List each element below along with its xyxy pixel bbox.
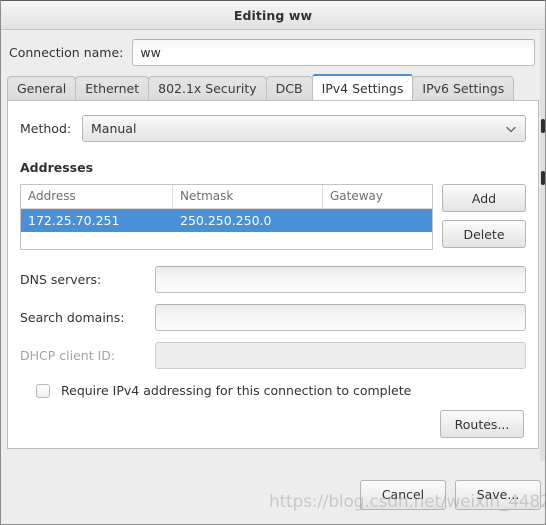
connection-name-input[interactable]: ww: [132, 39, 535, 66]
cell-address: 172.25.70.251: [28, 213, 120, 228]
search-domains-input[interactable]: [155, 304, 526, 331]
connection-name-label: Connection name:: [9, 45, 124, 60]
save-button[interactable]: Save...: [455, 479, 541, 510]
addresses-buttons: Add Delete: [442, 184, 526, 248]
dhcp-client-id-label: DHCP client ID:: [20, 348, 116, 363]
column-header-netmask: Netmask: [173, 185, 323, 208]
tab-ipv6-settings[interactable]: IPv6 Settings: [412, 76, 515, 100]
require-ipv4-row[interactable]: Require IPv4 addressing for this connect…: [20, 383, 526, 398]
addresses-table[interactable]: Address Netmask Gateway 172.25.70.251 25…: [20, 184, 433, 250]
delete-address-button[interactable]: Delete: [442, 220, 526, 248]
column-header-address: Address: [21, 185, 173, 208]
table-header-row: Address Netmask Gateway: [21, 185, 432, 209]
method-select[interactable]: Manual: [82, 115, 526, 142]
dns-servers-input[interactable]: [155, 266, 526, 293]
cell-netmask: 250.250.250.0: [180, 213, 272, 228]
ipv4-settings-panel: Method: Manual Addresses Address Netmask…: [7, 100, 539, 449]
tab-802-1x-security[interactable]: 802.1x Security: [148, 76, 267, 100]
routes-row: Routes...: [20, 410, 526, 438]
require-ipv4-label: Require IPv4 addressing for this connect…: [61, 383, 412, 398]
scrollbar-thumb-upper[interactable]: [541, 119, 545, 133]
dhcp-client-id-row: DHCP client ID:: [20, 342, 526, 369]
dialog-action-bar: Cancel Save...: [1, 465, 545, 524]
tab-general[interactable]: General: [7, 76, 77, 100]
chevron-down-icon: [505, 123, 517, 135]
dhcp-client-id-input: [155, 342, 526, 369]
window-titlebar: Editing ww: [1, 0, 545, 30]
method-value: Manual: [91, 121, 137, 136]
table-row[interactable]: 172.25.70.251 250.250.250.0: [21, 209, 432, 232]
method-label: Method:: [20, 121, 72, 136]
dns-servers-row: DNS servers:: [20, 266, 526, 293]
scrollbar-thumb-lower[interactable]: [541, 171, 545, 185]
search-domains-label: Search domains:: [20, 310, 125, 325]
column-header-gateway: Gateway: [330, 189, 384, 203]
add-address-button[interactable]: Add: [442, 184, 526, 212]
tab-bar: General Ethernet 802.1x Security DCB IPv…: [1, 74, 545, 100]
search-domains-row: Search domains:: [20, 304, 526, 331]
dns-servers-label: DNS servers:: [20, 272, 102, 287]
cell-gateway: [323, 209, 432, 232]
table-empty-row[interactable]: [21, 232, 432, 249]
require-ipv4-checkbox[interactable]: [36, 383, 50, 398]
window-title: Editing ww: [233, 7, 313, 23]
tab-ipv4-settings[interactable]: IPv4 Settings: [311, 74, 414, 100]
edit-connection-dialog: Editing ww Connection name: ww General E…: [0, 0, 546, 525]
tab-dcb[interactable]: DCB: [265, 76, 313, 100]
method-row: Method: Manual: [20, 115, 526, 142]
addresses-area: Address Netmask Gateway 172.25.70.251 25…: [20, 184, 526, 250]
tab-ethernet[interactable]: Ethernet: [75, 76, 150, 100]
cancel-button[interactable]: Cancel: [360, 479, 446, 510]
routes-button[interactable]: Routes...: [440, 410, 524, 438]
connection-name-row: Connection name: ww: [1, 30, 545, 74]
addresses-section-title: Addresses: [20, 160, 94, 175]
